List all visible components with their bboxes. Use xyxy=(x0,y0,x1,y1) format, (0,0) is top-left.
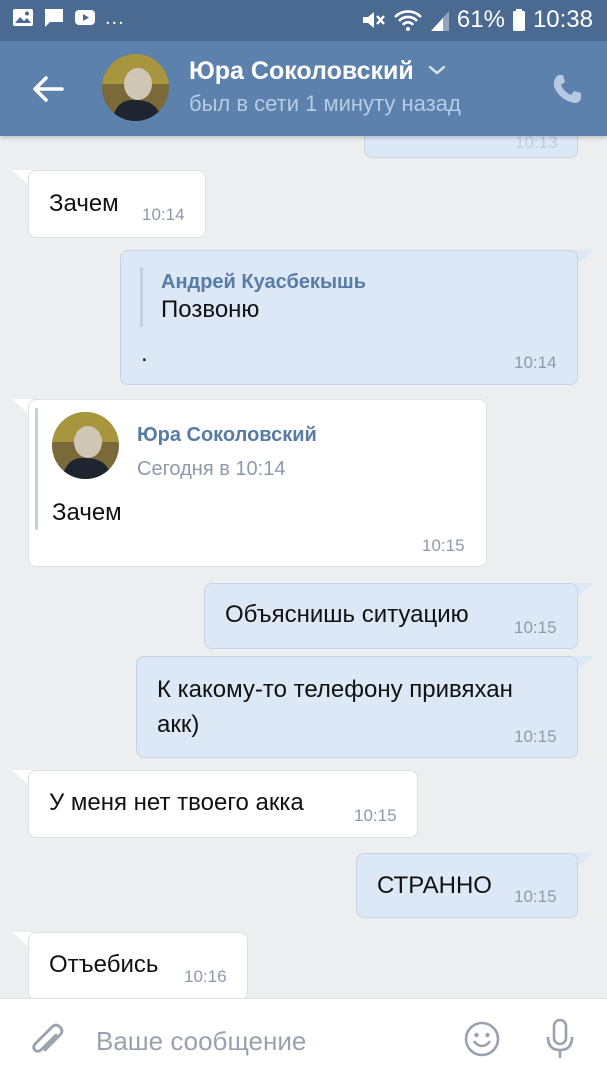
status-more: ... xyxy=(105,6,125,29)
message-text: СТРАННО xyxy=(377,872,492,899)
battery-percent: 61% xyxy=(456,6,505,33)
avatar-image xyxy=(102,54,169,121)
message-time: 10:15 xyxy=(514,887,557,906)
message-text: У меня нет твоего акка xyxy=(49,789,304,816)
contact-status: был в сети 1 минуту назад xyxy=(189,91,461,116)
reply-author[interactable]: Андрей Куасбекышь xyxy=(161,267,366,297)
signal-icon xyxy=(430,11,449,31)
avatar-image xyxy=(52,412,119,479)
message-time: 10:15 xyxy=(514,727,557,746)
forward-quote-bar xyxy=(35,408,38,530)
message-time: 10:14 xyxy=(142,205,185,224)
contact-avatar[interactable] xyxy=(102,54,169,121)
forward-author[interactable]: Юра Соколовский xyxy=(137,420,317,450)
mute-icon xyxy=(362,12,385,28)
message-time: 10:14 xyxy=(514,353,557,372)
status-bar: ... 61% 10:38 xyxy=(0,0,607,41)
phone-icon[interactable] xyxy=(549,71,585,107)
message-time: 10:16 xyxy=(184,967,227,986)
forward-avatar[interactable] xyxy=(52,412,119,479)
reply-quote-bar xyxy=(140,267,143,327)
message-bubble-outgoing[interactable]: 10:13 xyxy=(364,136,578,158)
chevron-down-icon[interactable] xyxy=(428,63,446,77)
message-bubble-incoming[interactable]: Зачем 10:14 xyxy=(28,170,206,238)
message-bubble-outgoing-reply[interactable]: Андрей Куасбекышь Позвоню . 10:14 xyxy=(120,250,578,385)
image-icon xyxy=(13,9,33,26)
message-bubble-incoming-forward[interactable]: Юра Соколовский Сегодня в 10:14 Зачем 10… xyxy=(28,399,487,567)
battery-icon xyxy=(512,9,525,31)
message-time: 10:15 xyxy=(514,618,557,637)
forward-date: Сегодня в 10:14 xyxy=(137,458,286,480)
message-list[interactable]: 10:13 Зачем 10:14 Андрей Куасбекышь Позв… xyxy=(0,136,607,998)
reply-text: Позвоню xyxy=(161,296,260,323)
message-text: Отъебись xyxy=(49,951,159,978)
message-time: 10:13 xyxy=(515,136,558,152)
message-bubble-outgoing[interactable]: СТРАННО 10:15 xyxy=(356,853,578,918)
contact-name[interactable]: Юра Соколовский xyxy=(189,57,414,86)
message-bubble-incoming[interactable]: У меня нет твоего акка 10:15 xyxy=(28,770,418,838)
wifi-icon xyxy=(393,10,422,31)
emoji-icon[interactable] xyxy=(463,1020,501,1058)
message-input[interactable] xyxy=(96,1023,436,1059)
back-arrow-icon[interactable] xyxy=(26,69,70,109)
message-time: 10:15 xyxy=(422,536,465,555)
message-bubble-outgoing[interactable]: К какому-то телефону привяхан акк) 10:15 xyxy=(136,656,578,758)
message-text: . xyxy=(141,340,148,367)
message-text: Объяснишь ситуацию xyxy=(225,601,469,628)
youtube-icon xyxy=(75,10,95,25)
clock: 10:38 xyxy=(532,6,593,33)
message-text-line: К какому-то телефону привяхан xyxy=(157,676,513,703)
chat-header: Юра Соколовский был в сети 1 минуту наза… xyxy=(0,41,607,136)
chat-icon xyxy=(45,9,63,27)
message-time: 10:15 xyxy=(354,806,397,825)
message-bubble-outgoing[interactable]: Объяснишь ситуацию 10:15 xyxy=(204,583,578,649)
message-text: Зачем xyxy=(49,190,119,217)
message-bubble-incoming[interactable]: Отъебись 10:16 xyxy=(28,932,248,998)
attach-icon[interactable] xyxy=(28,1021,66,1061)
message-text: Зачем xyxy=(52,499,122,526)
microphone-icon[interactable] xyxy=(543,1018,577,1060)
message-text-line: акк) xyxy=(157,711,200,738)
message-composer xyxy=(0,998,607,1080)
